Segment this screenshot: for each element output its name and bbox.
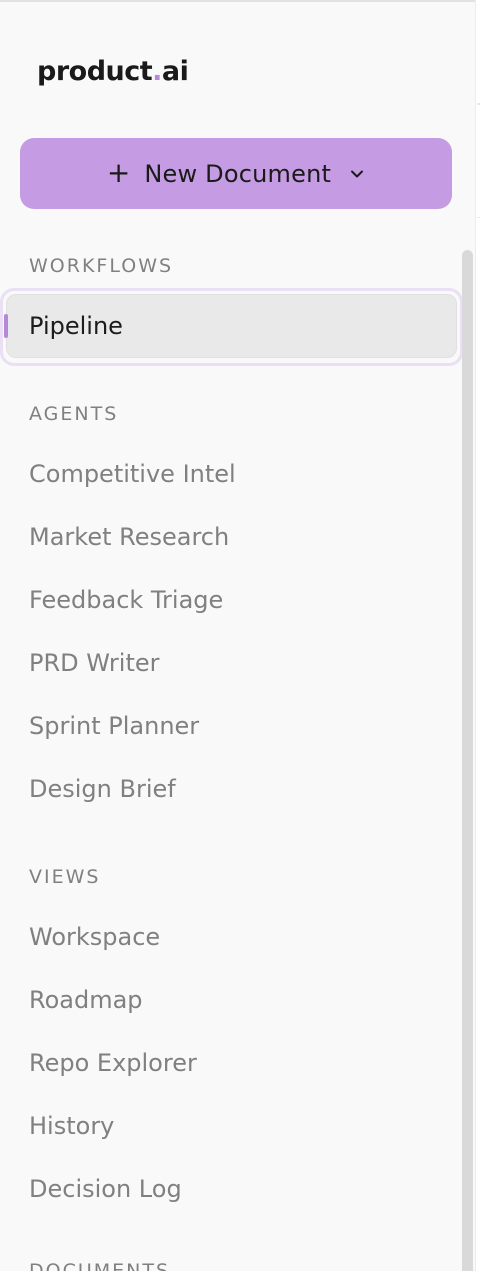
section-label-agents: AGENTS — [29, 403, 119, 425]
section-label-views: VIEWS — [29, 866, 101, 888]
sidebar-item-prd-writer[interactable]: PRD Writer — [29, 649, 160, 677]
brand-logo[interactable]: product.ai — [37, 56, 189, 87]
brand-dot: . — [152, 56, 162, 87]
sidebar-item-competitive-intel[interactable]: Competitive Intel — [29, 460, 236, 488]
sidebar-item-roadmap[interactable]: Roadmap — [29, 986, 143, 1014]
sidebar-scrollbar[interactable] — [462, 250, 473, 1271]
sidebar-item-feedback-triage[interactable]: Feedback Triage — [29, 586, 223, 614]
sidebar-item-design-brief[interactable]: Design Brief — [29, 775, 176, 803]
section-label-workflows: WORKFLOWS — [29, 255, 174, 277]
section-label-documents: DOCUMENTS — [29, 1260, 171, 1271]
brand-name-part1: product — [37, 56, 153, 87]
new-document-button[interactable]: + New Document — [20, 138, 452, 209]
chevron-down-icon[interactable] — [349, 166, 365, 182]
active-indicator — [4, 314, 8, 338]
sidebar: product.ai + New Document WORKFLOWS Pipe… — [0, 2, 475, 1271]
sidebar-item-label: Pipeline — [29, 312, 123, 340]
plus-icon: + — [106, 155, 131, 189]
sidebar-item-repo-explorer[interactable]: Repo Explorer — [29, 1049, 197, 1077]
sidebar-item-market-research[interactable]: Market Research — [29, 523, 229, 551]
sidebar-item-sprint-planner[interactable]: Sprint Planner — [29, 712, 199, 740]
brand-name-part2: ai — [161, 56, 189, 87]
sidebar-item-workspace[interactable]: Workspace — [29, 923, 160, 951]
sidebar-item-history[interactable]: History — [29, 1112, 114, 1140]
main-pane-edge — [475, 0, 480, 1271]
new-document-label: New Document — [144, 159, 332, 188]
sidebar-item-decision-log[interactable]: Decision Log — [29, 1175, 182, 1203]
